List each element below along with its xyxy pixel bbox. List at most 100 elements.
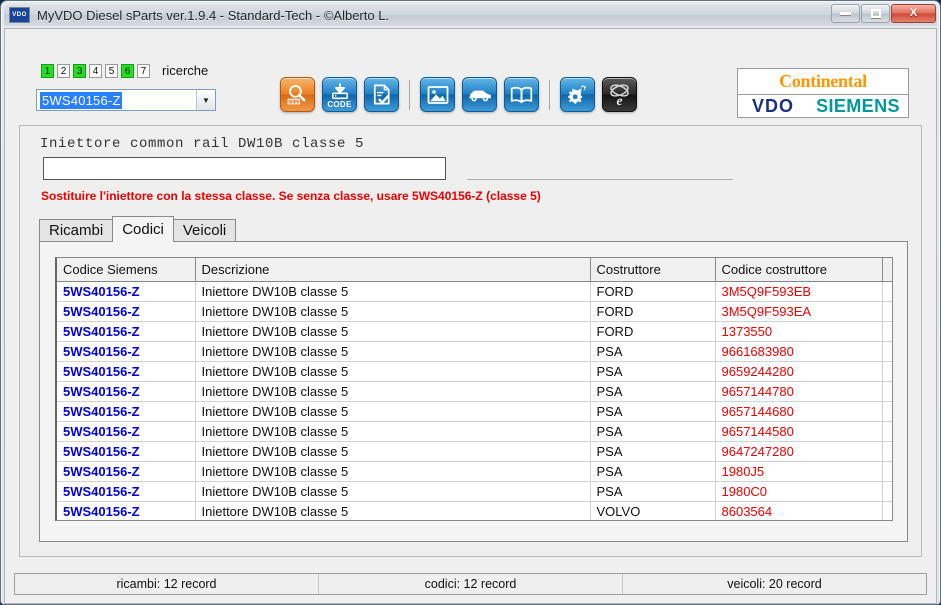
cell-costruttore: PSA bbox=[590, 481, 716, 502]
column-header-codice-siemens[interactable]: Codice Siemens bbox=[57, 258, 196, 282]
cell-codice-siemens: 5WS40156-Z bbox=[57, 321, 196, 342]
code-icon-label: CODE bbox=[327, 100, 352, 109]
window-title: MyVDO Diesel sParts ver.1.9.4 - Standard… bbox=[37, 7, 390, 23]
cell-extra bbox=[882, 501, 892, 520]
cell-costruttore: PSA bbox=[590, 401, 716, 422]
cell-codice-siemens: 5WS40156-Z bbox=[57, 421, 196, 442]
continental-vdo-siemens-logo: Continental VDO SIEMENS bbox=[737, 68, 909, 118]
search-combo-box[interactable]: 5WS40156-Z ▼ bbox=[36, 89, 216, 111]
table-row[interactable]: 5WS40156-Z Iniettore DW10B classe 5 PSA … bbox=[57, 461, 892, 482]
maximize-button[interactable] bbox=[861, 4, 890, 23]
code-download-icon[interactable]: CODE bbox=[322, 77, 357, 112]
cell-codice-costruttore: 3M5Q9F593EA bbox=[715, 301, 883, 322]
cell-codice-siemens: 5WS40156-Z bbox=[57, 501, 196, 520]
cell-descrizione: Iniettore DW10B classe 5 bbox=[195, 301, 591, 322]
chevron-down-icon[interactable]: ▼ bbox=[196, 90, 215, 110]
status-veicoli: veicoli: 20 record bbox=[727, 577, 822, 591]
column-header-descrizione[interactable]: Descrizione bbox=[195, 258, 591, 282]
logo-bottom-row: VDO SIEMENS bbox=[738, 95, 908, 118]
codici-table: Codice Siemens Descrizione Costruttore C… bbox=[57, 258, 892, 520]
cell-codice-siemens: 5WS40156-Z bbox=[57, 441, 196, 462]
cell-extra bbox=[882, 461, 892, 482]
image-icon[interactable] bbox=[420, 77, 455, 112]
table-row[interactable]: 5WS40156-Z Iniettore DW10B classe 5 PSA … bbox=[57, 401, 892, 422]
cell-extra bbox=[882, 321, 892, 342]
cell-codice-costruttore: 3M5Q9F593EB bbox=[715, 281, 883, 302]
book-icon[interactable] bbox=[504, 77, 539, 112]
cell-codice-costruttore: 9659244280 bbox=[715, 361, 883, 382]
cell-descrizione: Iniettore DW10B classe 5 bbox=[195, 461, 591, 482]
search-combo-value: 5WS40156-Z bbox=[40, 91, 122, 109]
continental-logo-text: Continental bbox=[738, 69, 908, 95]
cell-codice-costruttore: 9657144580 bbox=[715, 421, 883, 442]
table-row[interactable]: 5WS40156-Z Iniettore DW10B classe 5 PSA … bbox=[57, 481, 892, 502]
table-row[interactable]: 5WS40156-Z Iniettore DW10B classe 5 PSA … bbox=[57, 441, 892, 462]
content-panel: Iniettore common rail DW10B classe 5 Sos… bbox=[19, 125, 922, 557]
ricerche-label: ricerche bbox=[162, 63, 209, 78]
status-bar: ricambi: 12 record codici: 12 record vei… bbox=[14, 573, 927, 595]
tab-ricambi[interactable]: Ricambi bbox=[39, 219, 114, 242]
search-number-4[interactable]: 4 bbox=[89, 63, 102, 78]
cell-codice-siemens: 5WS40156-Z bbox=[57, 381, 196, 402]
table-body: 5WS40156-Z Iniettore DW10B classe 5 FORD… bbox=[57, 281, 892, 520]
cell-costruttore: PSA bbox=[590, 461, 716, 482]
search-number-7[interactable]: 7 bbox=[137, 63, 150, 78]
gears-settings-icon[interactable] bbox=[560, 77, 595, 112]
cell-codice-costruttore: 1980J5 bbox=[715, 461, 883, 482]
table-row[interactable]: 5WS40156-Z Iniettore DW10B classe 5 PSA … bbox=[57, 421, 892, 442]
app-icon-label: VDO bbox=[12, 12, 27, 18]
car-icon[interactable] bbox=[462, 77, 497, 112]
search-number-5[interactable]: 5 bbox=[105, 63, 118, 78]
table-row[interactable]: 5WS40156-Z Iniettore DW10B classe 5 PSA … bbox=[57, 381, 892, 402]
column-header-codice-costruttore[interactable]: Codice costruttore bbox=[715, 258, 883, 282]
search-number-3[interactable]: 3 bbox=[73, 63, 86, 78]
toolbar-separator-2 bbox=[549, 79, 550, 110]
cell-extra bbox=[882, 281, 892, 302]
cell-descrizione: Iniettore DW10B classe 5 bbox=[195, 401, 591, 422]
search-number-2[interactable]: 2 bbox=[57, 63, 70, 78]
column-header-extra[interactable] bbox=[882, 258, 892, 282]
cell-descrizione: Iniettore DW10B classe 5 bbox=[195, 421, 591, 442]
search-number-6[interactable]: 6 bbox=[121, 63, 134, 78]
search-number-1[interactable]: 1 bbox=[41, 63, 54, 78]
window-controls: X bbox=[830, 4, 936, 23]
tab-codici[interactable]: Codici bbox=[112, 216, 174, 242]
tab-veicoli[interactable]: Veicoli bbox=[172, 219, 237, 242]
description-input[interactable] bbox=[43, 157, 446, 180]
cell-codice-siemens: 5WS40156-Z bbox=[57, 281, 196, 302]
minimize-button[interactable] bbox=[831, 4, 860, 23]
table-row[interactable]: 5WS40156-Z Iniettore DW10B classe 5 PSA … bbox=[57, 341, 892, 362]
toolbar: 1 2 3 4 5 6 7 ricerche 5WS40156-Z ▼ CODE… bbox=[5, 29, 936, 118]
cell-extra bbox=[882, 421, 892, 442]
cell-extra bbox=[882, 361, 892, 382]
client-area: 1 2 3 4 5 6 7 ricerche 5WS40156-Z ▼ CODE… bbox=[4, 28, 937, 604]
table-row[interactable]: 5WS40156-Z Iniettore DW10B classe 5 FORD… bbox=[57, 301, 892, 322]
cell-descrizione: Iniettore DW10B classe 5 bbox=[195, 321, 591, 342]
cell-costruttore: PSA bbox=[590, 361, 716, 382]
document-check-icon[interactable] bbox=[364, 77, 399, 112]
table-row[interactable]: 5WS40156-Z Iniettore DW10B classe 5 FORD… bbox=[57, 281, 892, 302]
column-header-costruttore[interactable]: Costruttore bbox=[590, 258, 716, 282]
cell-descrizione: Iniettore DW10B classe 5 bbox=[195, 381, 591, 402]
svg-text:e: e bbox=[616, 93, 622, 107]
cell-codice-costruttore: 1980C0 bbox=[715, 481, 883, 502]
cell-extra bbox=[882, 381, 892, 402]
internet-explorer-icon[interactable]: e bbox=[602, 77, 637, 112]
minimize-icon bbox=[840, 12, 851, 15]
status-codici: codici: 12 record bbox=[319, 574, 623, 594]
table-row[interactable]: 5WS40156-Z Iniettore DW10B classe 5 FORD… bbox=[57, 321, 892, 342]
cell-descrizione: Iniettore DW10B classe 5 bbox=[195, 341, 591, 362]
cell-costruttore: FORD bbox=[590, 321, 716, 342]
close-button[interactable]: X bbox=[891, 4, 936, 23]
table-row[interactable]: 5WS40156-Z Iniettore DW10B classe 5 VOLV… bbox=[57, 501, 892, 520]
cell-descrizione: Iniettore DW10B classe 5 bbox=[195, 481, 591, 502]
cell-codice-siemens: 5WS40156-Z bbox=[57, 361, 196, 382]
table-row[interactable]: 5WS40156-Z Iniettore DW10B classe 5 PSA … bbox=[57, 361, 892, 382]
cell-extra bbox=[882, 341, 892, 362]
search-combo-text[interactable]: 5WS40156-Z bbox=[37, 90, 196, 110]
cell-costruttore: PSA bbox=[590, 441, 716, 462]
vdo-logo-text: VDO bbox=[751, 96, 794, 116]
divider-line bbox=[467, 179, 733, 180]
cell-extra bbox=[882, 401, 892, 422]
barcode-search-icon[interactable] bbox=[280, 77, 315, 112]
